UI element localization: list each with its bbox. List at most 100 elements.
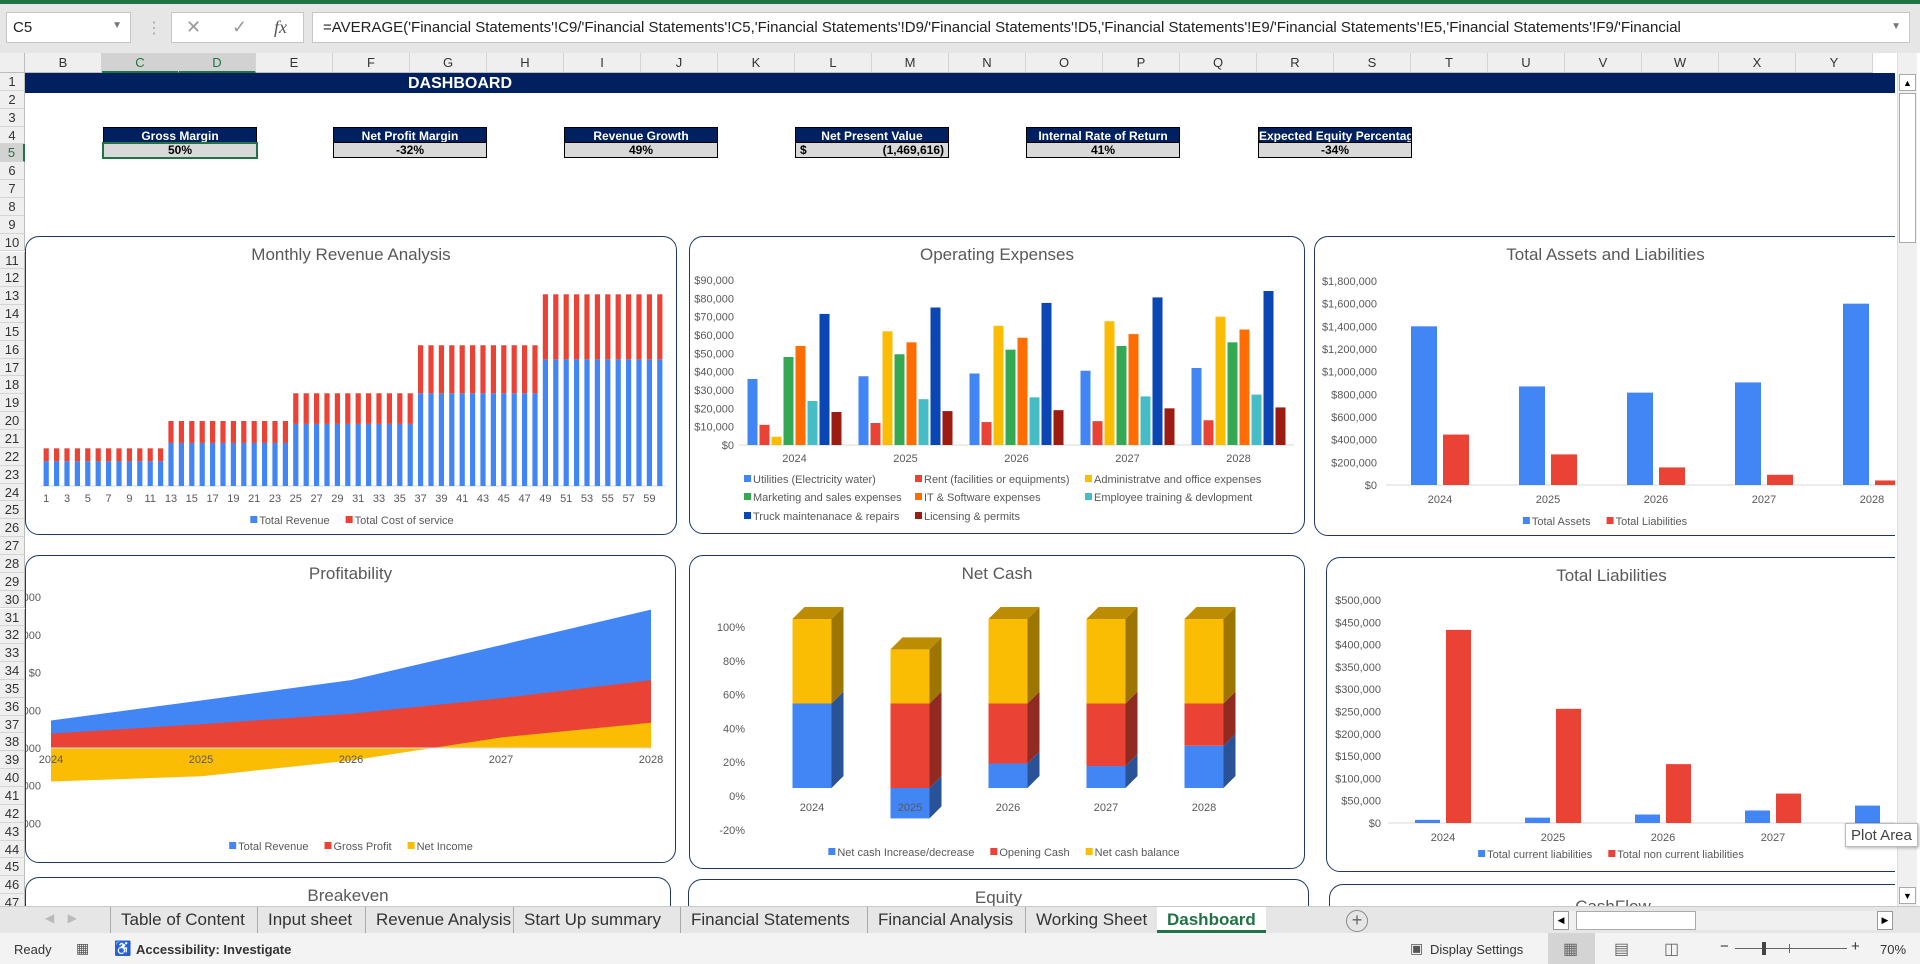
zoom-level[interactable]: 70% [1880, 942, 1906, 957]
chart-total-liabilities[interactable]: Total Liabilities $0 $50,000 $100,000 $150,0… [1326, 557, 1895, 872]
column-header-i[interactable]: I [564, 53, 641, 73]
zoom-out-icon[interactable]: − [1720, 938, 1729, 955]
column-header-l[interactable]: L [795, 53, 872, 73]
worksheet-grid[interactable]: BCDEFGHIJKLMNOPQRSTUVWXY 1 2 3 4 5 6 7 8 9 10 11 12… [0, 53, 1895, 906]
row-header-35[interactable]: 35 [0, 679, 25, 698]
row-header-4[interactable]: 4 [0, 126, 25, 145]
column-header-b[interactable]: B [25, 53, 102, 73]
row-header-20[interactable]: 20 [0, 412, 25, 430]
row-header-18[interactable]: 18 [0, 376, 25, 395]
row-header-46[interactable]: 46 [0, 876, 25, 895]
kpi-value-cell[interactable]: 41% [1026, 143, 1180, 158]
chart-equity[interactable]: Equity [688, 879, 1309, 906]
column-header-n[interactable]: N [949, 53, 1026, 73]
sheet-tab-dashboard[interactable]: Dashboard [1157, 907, 1266, 933]
row-header-13[interactable]: 13 [0, 287, 25, 306]
row-header-36[interactable]: 36 [0, 697, 25, 716]
sheet-tab-financial-statements[interactable]: Financial Statements [680, 907, 860, 933]
row-header-41[interactable]: 41 [0, 787, 25, 805]
sheet-tab-start-up-summary[interactable]: Start Up summary [513, 907, 671, 933]
column-header-q[interactable]: Q [1180, 53, 1257, 73]
row-header-43[interactable]: 43 [0, 822, 25, 841]
chart-operating-expenses[interactable]: Operating Expenses $0 $10,000 $20,000 $30,00… [689, 236, 1305, 534]
chevron-down-icon[interactable]: ▼ [112, 20, 122, 31]
kpi-value-cell[interactable]: -32% [333, 143, 487, 158]
column-header-w[interactable]: W [1642, 53, 1719, 73]
chart-breakeven[interactable]: Breakeven [25, 877, 671, 906]
zoom-in-icon[interactable]: + [1851, 938, 1860, 955]
scroll-left-icon[interactable]: ◀ [1553, 911, 1569, 930]
chart-cashflow[interactable]: CashFlow [1329, 884, 1895, 906]
page-break-icon[interactable]: ◫ [1664, 939, 1679, 959]
column-header-m[interactable]: M [872, 53, 949, 73]
row-header-15[interactable]: 15 [0, 322, 25, 341]
row-header-34[interactable]: 34 [0, 662, 25, 680]
name-box[interactable]: C5 ▼ [6, 12, 131, 43]
sheet-tab-input-sheet[interactable]: Input sheet [257, 907, 362, 933]
column-header-v[interactable]: V [1565, 53, 1642, 73]
row-header-37[interactable]: 37 [0, 715, 25, 734]
scroll-up-icon[interactable]: ▲ [1899, 74, 1916, 91]
add-sheet-icon[interactable]: + [1346, 910, 1368, 932]
column-header-k[interactable]: K [718, 53, 795, 73]
column-header-c[interactable]: C [102, 53, 179, 73]
row-header-16[interactable]: 16 [0, 340, 25, 359]
row-header-21[interactable]: 21 [0, 430, 25, 448]
accessibility-icon[interactable]: ♿ [114, 940, 131, 957]
macro-record-icon[interactable]: ▦ [76, 940, 89, 957]
row-header-7[interactable]: 7 [0, 180, 25, 198]
tab-scroll-arrows[interactable]: ◀ ▶ [45, 911, 77, 925]
column-header-j[interactable]: J [641, 53, 718, 73]
column-header-y[interactable]: Y [1796, 53, 1873, 73]
row-header-47[interactable]: 47 [0, 894, 25, 906]
sheet-tab-working-sheet[interactable]: Working Sheet [1025, 907, 1157, 933]
chart-total-assets-liabilities[interactable]: Total Assets and Liabilities $0 $200,000 $4… [1314, 236, 1895, 536]
column-header-h[interactable]: H [487, 53, 564, 73]
column-header-o[interactable]: O [1026, 53, 1103, 73]
select-all-corner[interactable] [0, 53, 25, 73]
row-header-26[interactable]: 26 [0, 519, 25, 538]
column-header-g[interactable]: G [410, 53, 487, 73]
column-header-r[interactable]: R [1257, 53, 1334, 73]
chart-monthly-revenue[interactable]: Monthly Revenue Analysis 1 3 5 7 9 11 13 15 17 19 2… [25, 236, 677, 535]
column-header-u[interactable]: U [1488, 53, 1565, 73]
row-header-23[interactable]: 23 [0, 465, 25, 484]
cancel-icon[interactable]: ✕ [186, 17, 201, 38]
kpi-value-cell[interactable]: $ (1,469,616) [795, 143, 949, 158]
accessibility-status[interactable]: Accessibility: Investigate [136, 942, 291, 957]
scrollbar-thumb[interactable] [1576, 911, 1696, 930]
row-header-30[interactable]: 30 [0, 590, 25, 609]
zoom-slider[interactable] [1735, 948, 1847, 949]
column-header-e[interactable]: E [256, 53, 333, 73]
page-layout-icon[interactable]: ▤ [1614, 939, 1629, 959]
display-settings-button[interactable]: Display Settings [1430, 942, 1523, 957]
row-header-5[interactable]: 5 [0, 144, 25, 163]
row-header-1[interactable]: 1 [0, 73, 25, 91]
vertical-scrollbar[interactable]: ▲ ▼ [1897, 53, 1917, 906]
insert-function-icon[interactable]: fx [274, 17, 287, 38]
sheet-tab-financial-analysis[interactable]: Financial Analysis [867, 907, 1023, 933]
row-header-10[interactable]: 10 [0, 233, 25, 252]
row-header-6[interactable]: 6 [0, 162, 25, 181]
row-header-11[interactable]: 11 [0, 251, 25, 270]
row-header-22[interactable]: 22 [0, 447, 25, 466]
row-header-45[interactable]: 45 [0, 858, 25, 877]
row-header-12[interactable]: 12 [0, 269, 25, 288]
row-header-40[interactable]: 40 [0, 769, 25, 787]
row-header-17[interactable]: 17 [0, 358, 25, 377]
tab-next-icon[interactable]: ▶ [68, 911, 77, 925]
row-header-44[interactable]: 44 [0, 840, 25, 859]
row-header-3[interactable]: 3 [0, 108, 25, 127]
kpi-value-cell[interactable]: 50% [102, 142, 258, 159]
chart-net-cash[interactable]: Net Cash -20% 0% 20% 40% 60% 80% 100% 2024 2025 20… [689, 555, 1305, 869]
scroll-down-icon[interactable]: ▼ [1899, 887, 1916, 904]
column-header-f[interactable]: F [333, 53, 410, 73]
tab-prev-icon[interactable]: ◀ [45, 911, 54, 925]
kpi-value-cell[interactable]: 49% [564, 143, 718, 158]
expand-formula-icon[interactable]: ▼ [1891, 21, 1901, 32]
normal-view-button[interactable]: ▦ [1548, 933, 1595, 964]
row-header-33[interactable]: 33 [0, 644, 25, 663]
row-header-8[interactable]: 8 [0, 197, 25, 216]
row-header-32[interactable]: 32 [0, 626, 25, 645]
row-header-14[interactable]: 14 [0, 305, 25, 323]
